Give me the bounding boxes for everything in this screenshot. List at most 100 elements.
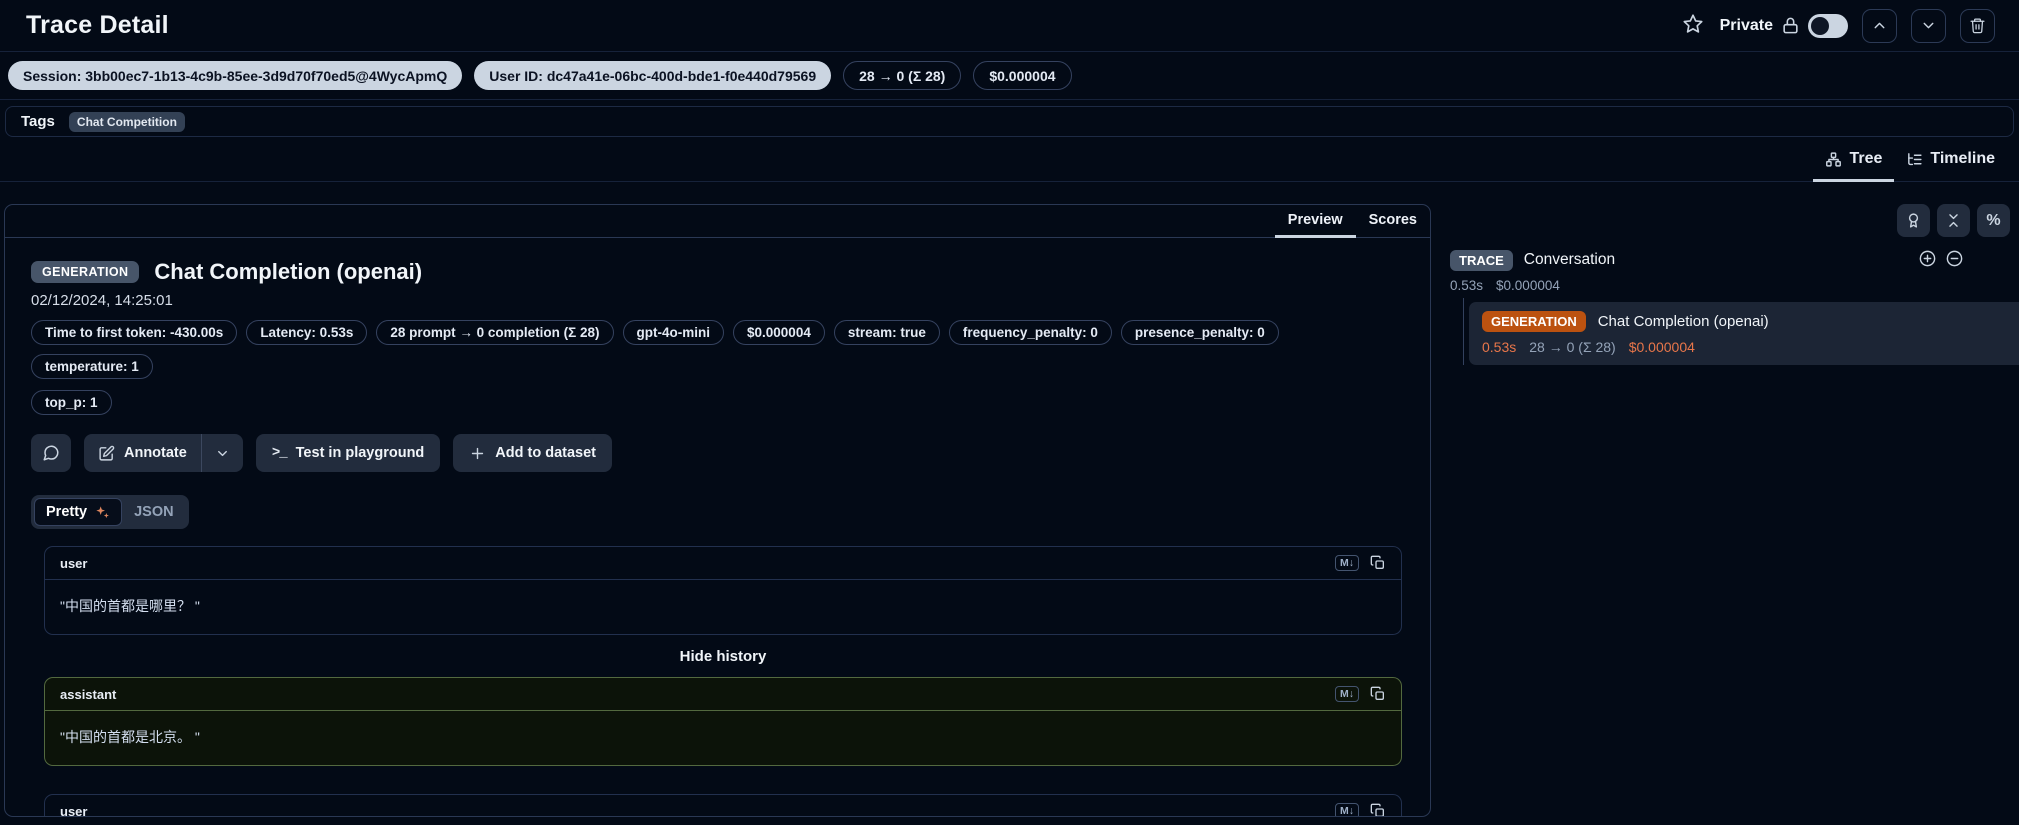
tags-bar[interactable]: Tags Chat Competition [5, 106, 2014, 137]
trace-type-badge: TRACE [1450, 250, 1513, 271]
bookmark-star-button[interactable] [1680, 11, 1706, 40]
timeline-icon [1906, 151, 1923, 168]
star-icon [1682, 13, 1704, 35]
session-badge[interactable]: Session: 3bb00ec7-1b13-4c9b-85ee-3d9d70f… [8, 61, 462, 90]
lock-icon [1781, 16, 1800, 35]
tree-icon [1825, 151, 1842, 168]
generation-node-title: Chat Completion (openai) [1598, 313, 1769, 330]
collapse-node-button[interactable] [1945, 249, 1964, 271]
message-content: "中国的首都是北京。 " [45, 711, 1401, 765]
privacy-control: Private [1720, 14, 1848, 38]
trash-icon [1969, 17, 1986, 34]
message-role: user [60, 804, 87, 818]
terminal-icon: >_ [272, 445, 287, 461]
playground-label: Test in playground [296, 445, 425, 461]
tab-tree[interactable]: Tree [1813, 139, 1894, 182]
spacer [44, 766, 1402, 794]
trace-tree-panel: % TRACE Conversation [1450, 204, 2019, 365]
award-icon [1905, 212, 1922, 229]
privacy-toggle[interactable] [1808, 14, 1848, 38]
tab-timeline[interactable]: Timeline [1894, 139, 2007, 182]
copy-icon[interactable] [1370, 803, 1386, 817]
privacy-label: Private [1720, 17, 1773, 35]
message-box-user-2: user M↓ "谢谢" [44, 794, 1402, 817]
edit-pen-icon [98, 445, 115, 462]
markdown-toggle-icon[interactable]: M↓ [1335, 555, 1359, 571]
collapse-all-button[interactable] [1937, 204, 1970, 237]
markdown-toggle-icon[interactable]: M↓ [1335, 686, 1359, 702]
top-header: Trace Detail Private [0, 0, 2019, 52]
hide-history-button[interactable]: Hide history [680, 648, 767, 665]
markdown-toggle-icon[interactable]: M↓ [1335, 803, 1359, 817]
tab-scores[interactable]: Scores [1356, 205, 1430, 238]
tab-preview[interactable]: Preview [1275, 205, 1356, 238]
observation-body: GENERATION Chat Completion (openai) 02/1… [5, 238, 1430, 817]
observation-card: Preview Scores GENERATION Chat Completio… [4, 204, 1431, 817]
percent-icon: % [1986, 212, 2000, 230]
trace-latency: 0.53s [1450, 278, 1483, 293]
delete-trace-button[interactable] [1960, 9, 1995, 43]
generation-node-row[interactable]: GENERATION Chat Completion (openai) 0.53… [1469, 302, 2019, 365]
page-title: Trace Detail [26, 11, 169, 40]
generation-node-badge: GENERATION [1482, 311, 1586, 332]
tag-chip[interactable]: Chat Competition [69, 112, 185, 132]
add-to-dataset-label: Add to dataset [495, 445, 596, 461]
next-trace-button[interactable] [1911, 9, 1946, 43]
circle-plus-icon [1918, 249, 1937, 268]
trace-stats: 0.53s $0.000004 [1450, 278, 2010, 293]
metrics-toggle-button[interactable]: % [1977, 204, 2010, 237]
latency-badge: Latency: 0.53s [246, 320, 367, 345]
model-badge[interactable]: gpt-4o-mini [623, 320, 725, 345]
total-cost-badge: $0.000004 [973, 61, 1071, 90]
copy-icon[interactable] [1370, 555, 1386, 571]
metric-badges-row-1: Time to first token: -430.00s Latency: 0… [31, 320, 1404, 379]
annotate-dropdown-button[interactable] [202, 434, 243, 472]
tags-label: Tags [21, 113, 55, 130]
format-pretty-option[interactable]: Pretty [34, 498, 122, 526]
trace-detail-page: Trace Detail Private [0, 0, 2019, 825]
cost-badge: $0.000004 [733, 320, 825, 345]
token-usage-badge: 28 → 0 (Σ 28) [843, 61, 961, 90]
trace-root-row[interactable]: TRACE Conversation [1450, 249, 2010, 271]
tree-guide-line [1463, 298, 1464, 365]
time-to-first-token-badge: Time to first token: -430.00s [31, 320, 237, 345]
temperature-badge: temperature: 1 [31, 354, 153, 379]
expand-node-button[interactable] [1918, 249, 1937, 271]
scores-toggle-button[interactable] [1897, 204, 1930, 237]
tab-tree-label: Tree [1849, 150, 1882, 168]
toggle-knob [1811, 17, 1829, 35]
node-cost: $0.000004 [1629, 339, 1695, 355]
top-p-badge: top_p: 1 [31, 390, 112, 415]
message-header: user M↓ [45, 547, 1401, 580]
actions-row: Annotate >_ Test in playground [31, 434, 1404, 472]
trace-meta-row: Session: 3bb00ec7-1b13-4c9b-85ee-3d9d70f… [0, 52, 2019, 100]
copy-icon[interactable] [1370, 686, 1386, 702]
node-header: GENERATION Chat Completion (openai) [1482, 311, 2007, 332]
comment-icon [42, 444, 60, 462]
message-tools: M↓ [1335, 555, 1386, 571]
message-tools: M↓ [1335, 803, 1386, 817]
annotate-button[interactable]: Annotate [84, 434, 201, 472]
message-header: assistant M↓ [45, 678, 1401, 711]
trace-cost: $0.000004 [1496, 278, 1560, 293]
comment-button[interactable] [31, 434, 71, 472]
test-in-playground-button[interactable]: >_ Test in playground [256, 434, 440, 472]
frequency-penalty-badge: frequency_penalty: 0 [949, 320, 1112, 345]
metric-badges-row-2: top_p: 1 [31, 390, 1404, 415]
message-box-user-1: user M↓ "中国的首都是哪里？ " [44, 546, 1402, 635]
message-role: assistant [60, 687, 116, 702]
add-to-dataset-button[interactable]: Add to dataset [453, 434, 612, 472]
content-area: Preview Scores GENERATION Chat Completio… [0, 204, 2019, 817]
annotate-split-button: Annotate [84, 434, 243, 472]
node-latency: 0.53s [1482, 339, 1516, 355]
previous-trace-button[interactable] [1862, 9, 1897, 43]
messages-list: user M↓ "中国的首都是哪里？ " Hide history [44, 546, 1402, 817]
chevron-down-icon [1920, 17, 1937, 34]
format-json-option[interactable]: JSON [122, 498, 186, 526]
node-tokens: 28 → 0 (Σ 28) [1529, 339, 1615, 355]
sparkles-icon [94, 504, 110, 520]
presence-penalty-badge: presence_penalty: 0 [1121, 320, 1279, 345]
message-role: user [60, 556, 87, 571]
user-id-badge[interactable]: User ID: dc47a41e-06bc-400d-bde1-f0e440d… [474, 61, 831, 90]
observation-timestamp: 02/12/2024, 14:25:01 [31, 292, 1404, 309]
